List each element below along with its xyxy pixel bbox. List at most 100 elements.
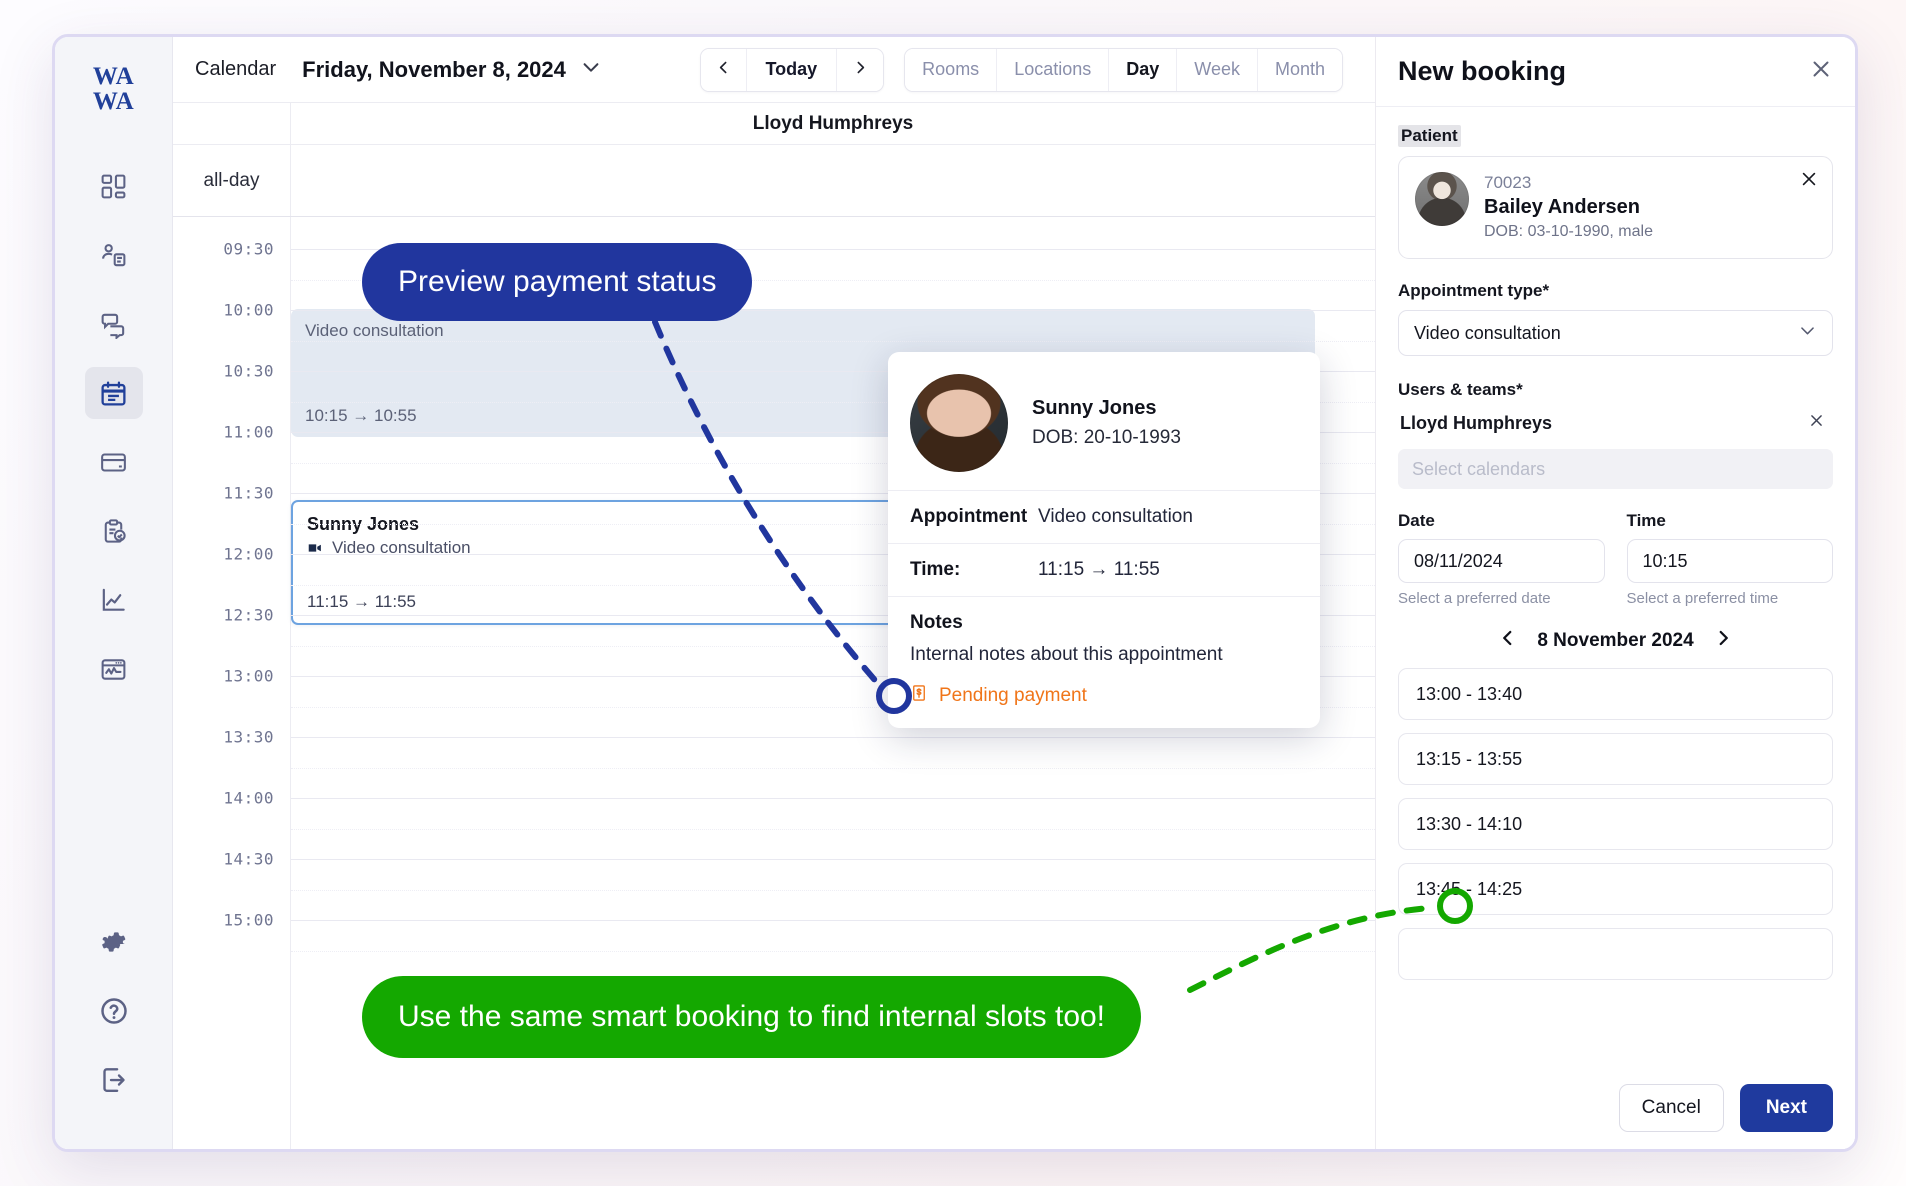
gear-icon <box>99 927 129 957</box>
remove-patient-button[interactable] <box>1799 169 1819 194</box>
sidebar-item-calendar[interactable] <box>85 367 143 419</box>
appointment-type-select[interactable]: Video consultation <box>1398 310 1833 356</box>
view-switcher: Rooms Locations Day Week Month <box>904 48 1343 92</box>
time-slot-option[interactable]: 13:15 - 13:55 <box>1398 733 1833 785</box>
tab-month[interactable]: Month <box>1258 49 1342 91</box>
sidebar-item-dashboard[interactable] <box>85 160 143 212</box>
tab-day[interactable]: Day <box>1109 49 1177 91</box>
calendar-toolbar: Calendar Friday, November 8, 2024 Today <box>173 37 1375 103</box>
sidebar-item-patients[interactable] <box>85 229 143 281</box>
popup-appointment-value: Video consultation <box>1038 506 1193 528</box>
tab-locations[interactable]: Locations <box>997 49 1109 91</box>
appointment-preview-popup: Sunny Jones DOB: 20-10-1993 Appointment … <box>888 352 1320 728</box>
today-button[interactable]: Today <box>747 49 838 91</box>
screenshot-root: WA WA <box>0 0 1906 1186</box>
close-panel-button[interactable] <box>1809 57 1833 86</box>
users-teams-label-text: Users & teams <box>1398 380 1516 399</box>
grid-line <box>291 798 1375 799</box>
prev-day-slots-button[interactable] <box>1499 629 1517 652</box>
calendar-column-header: Lloyd Humphreys <box>173 103 1375 145</box>
popup-time-value: 11:15 → 11:55 <box>1038 559 1160 581</box>
time-field-group: Time 10:15 Select a preferred time <box>1627 511 1834 607</box>
sidebar-item-messages[interactable] <box>85 298 143 350</box>
clipboard-check-icon <box>99 517 128 546</box>
next-button[interactable]: Next <box>1740 1084 1833 1132</box>
time-gutter-header <box>173 103 291 144</box>
credit-card-icon <box>99 448 128 477</box>
appointment-type-label-text: Appointment type <box>1398 281 1543 300</box>
sidebar-item-settings[interactable] <box>85 916 143 968</box>
all-day-dropzone[interactable] <box>291 145 1375 216</box>
logout-icon <box>99 1065 129 1095</box>
chevron-right-icon <box>1714 629 1732 652</box>
all-day-label: all-day <box>173 145 291 216</box>
date-picker-toggle[interactable] <box>580 56 602 83</box>
date-help-text: Select a preferred date <box>1398 590 1605 607</box>
logo-line-1: WA <box>93 65 134 90</box>
date-input[interactable]: 08/11/2024 <box>1398 539 1605 583</box>
time-slot-option[interactable]: 13:30 - 14:10 <box>1398 798 1833 850</box>
grid-line-half <box>291 951 1375 952</box>
selected-patient-card: 70023 Bailey Andersen DOB: 03-10-1990, m… <box>1398 156 1833 259</box>
app-logo: WA WA <box>93 65 134 114</box>
remove-user-button[interactable] <box>1808 412 1825 434</box>
status-badge: Pending payment <box>888 684 1320 728</box>
time-tick: 11:30 <box>223 484 274 503</box>
page-title: New booking <box>1398 56 1566 87</box>
chevron-down-icon <box>1798 321 1817 345</box>
popup-notes-value: Internal notes about this appointment <box>910 644 1298 666</box>
sidebar-item-payments[interactable] <box>85 436 143 488</box>
section-label: Calendar <box>195 58 276 81</box>
popup-notes-key: Notes <box>910 612 1298 634</box>
dashboard-grid-icon <box>99 172 128 201</box>
calendar-owner-name: Lloyd Humphreys <box>291 103 1375 144</box>
annotation-callout-payment: Preview payment status <box>362 243 752 321</box>
required-marker: * <box>1543 281 1550 300</box>
slot-month-nav: 8 November 2024 <box>1398 629 1833 652</box>
selected-user-name: Lloyd Humphreys <box>1400 413 1552 434</box>
all-day-row: all-day <box>173 145 1375 217</box>
patient-section-label: Patient <box>1398 125 1461 147</box>
sidebar-item-help[interactable] <box>85 985 143 1037</box>
time-slot-option[interactable]: 13:00 - 13:40 <box>1398 668 1833 720</box>
patient-id: 70023 <box>1484 172 1653 194</box>
sidebar-item-monitoring[interactable] <box>85 643 143 695</box>
time-tick: 13:00 <box>223 667 274 686</box>
next-day-button[interactable] <box>837 49 883 91</box>
annotation-callout-booking: Use the same smart booking to find inter… <box>362 976 1141 1058</box>
date-nav-group: Today <box>700 48 885 92</box>
chevron-left-icon <box>715 59 732 81</box>
event-time-range: 10:15 → 10:55 <box>305 406 417 426</box>
sidebar-item-tasks[interactable] <box>85 505 143 557</box>
time-tick: 10:00 <box>223 301 274 320</box>
time-slot-option-partial[interactable] <box>1398 928 1833 980</box>
patient-record-icon <box>99 241 128 270</box>
popup-time-key: Time: <box>910 559 1038 581</box>
close-icon <box>1808 412 1825 434</box>
time-input[interactable]: 10:15 <box>1627 539 1834 583</box>
sidebar-item-logout[interactable] <box>85 1054 143 1106</box>
select-calendars-input[interactable]: Select calendars <box>1398 449 1833 489</box>
grid-line-half <box>291 829 1375 830</box>
tab-rooms[interactable]: Rooms <box>905 49 997 91</box>
popup-patient-header: Sunny Jones DOB: 20-10-1993 <box>888 352 1320 490</box>
logo-line-2: WA <box>93 90 134 115</box>
popup-notes-section: Notes Internal notes about this appointm… <box>888 596 1320 684</box>
close-icon <box>1799 169 1819 194</box>
popup-appointment-row: Appointment Video consultation <box>888 490 1320 543</box>
tab-week[interactable]: Week <box>1177 49 1258 91</box>
cancel-button[interactable]: Cancel <box>1619 1084 1724 1132</box>
patient-name: Bailey Andersen <box>1484 194 1653 221</box>
next-day-slots-button[interactable] <box>1714 629 1732 652</box>
available-slots-list: 13:00 - 13:40 13:15 - 13:55 13:30 - 14:10 1… <box>1398 668 1833 980</box>
time-tick: 13:30 <box>223 728 274 747</box>
grid-line <box>291 859 1375 860</box>
panel-header: New booking <box>1376 37 1855 107</box>
chevron-right-icon <box>852 59 869 81</box>
time-tick: 14:00 <box>223 789 274 808</box>
prev-day-button[interactable] <box>701 49 747 91</box>
date-time-row: Date 08/11/2024 Select a preferred date … <box>1398 511 1833 607</box>
time-slot-option[interactable]: 13:45 - 14:25 <box>1398 863 1833 915</box>
time-tick: 11:00 <box>223 423 274 442</box>
sidebar-item-reports[interactable] <box>85 574 143 626</box>
